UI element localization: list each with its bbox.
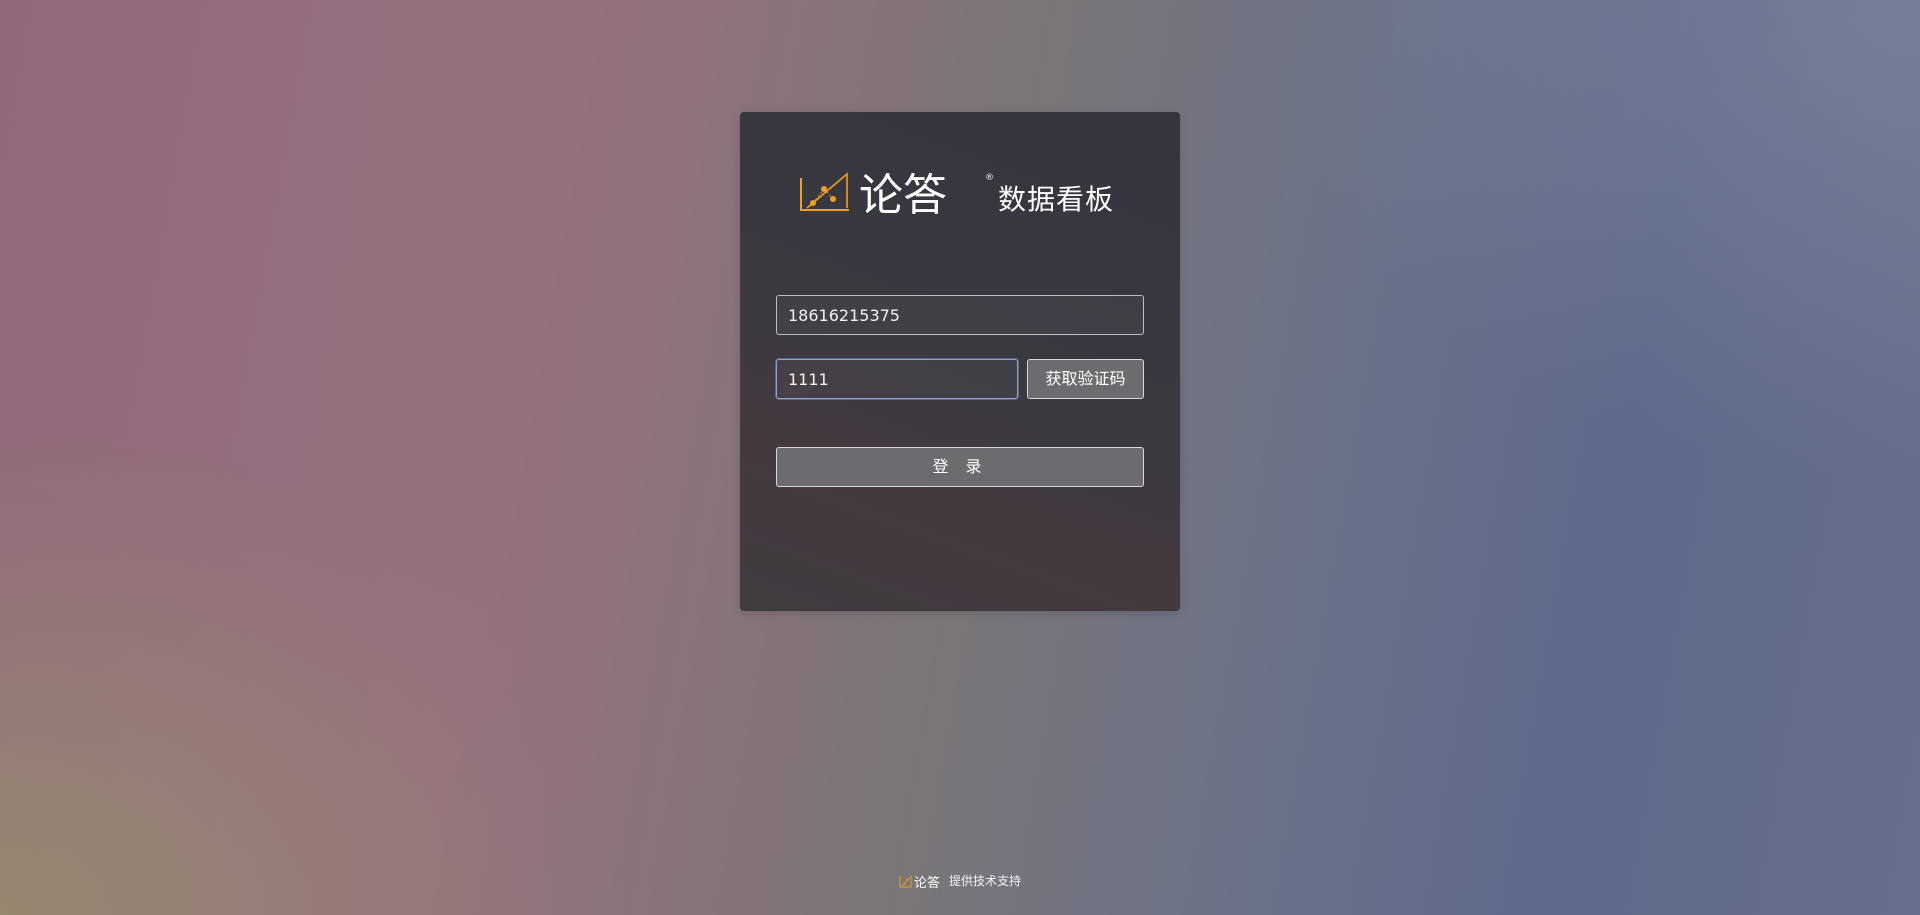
svg-text:论答: 论答: [914, 875, 940, 889]
brand-logo-icon: 论答: [899, 874, 940, 889]
brand-mark-icon: [800, 172, 849, 211]
svg-text:®: ®: [985, 173, 994, 183]
login-panel: 论答 ® 数据看板 获取验证码 登 录: [740, 112, 1180, 611]
logo: 论答 ® 数据看板: [797, 165, 1114, 221]
svg-text:论答: 论答: [859, 170, 947, 218]
verification-code-input[interactable]: [776, 359, 1018, 399]
footer-text: 提供技术支持: [948, 874, 1021, 888]
brand-wordmark: 论答 ®: [859, 170, 994, 218]
page-title: 数据看板: [998, 183, 1115, 216]
phone-input[interactable]: [776, 295, 1144, 335]
get-code-button[interactable]: 获取验证码: [1027, 359, 1144, 399]
login-button[interactable]: 登 录: [776, 447, 1144, 487]
footer: 论答 提供技术支持: [0, 872, 1920, 889]
